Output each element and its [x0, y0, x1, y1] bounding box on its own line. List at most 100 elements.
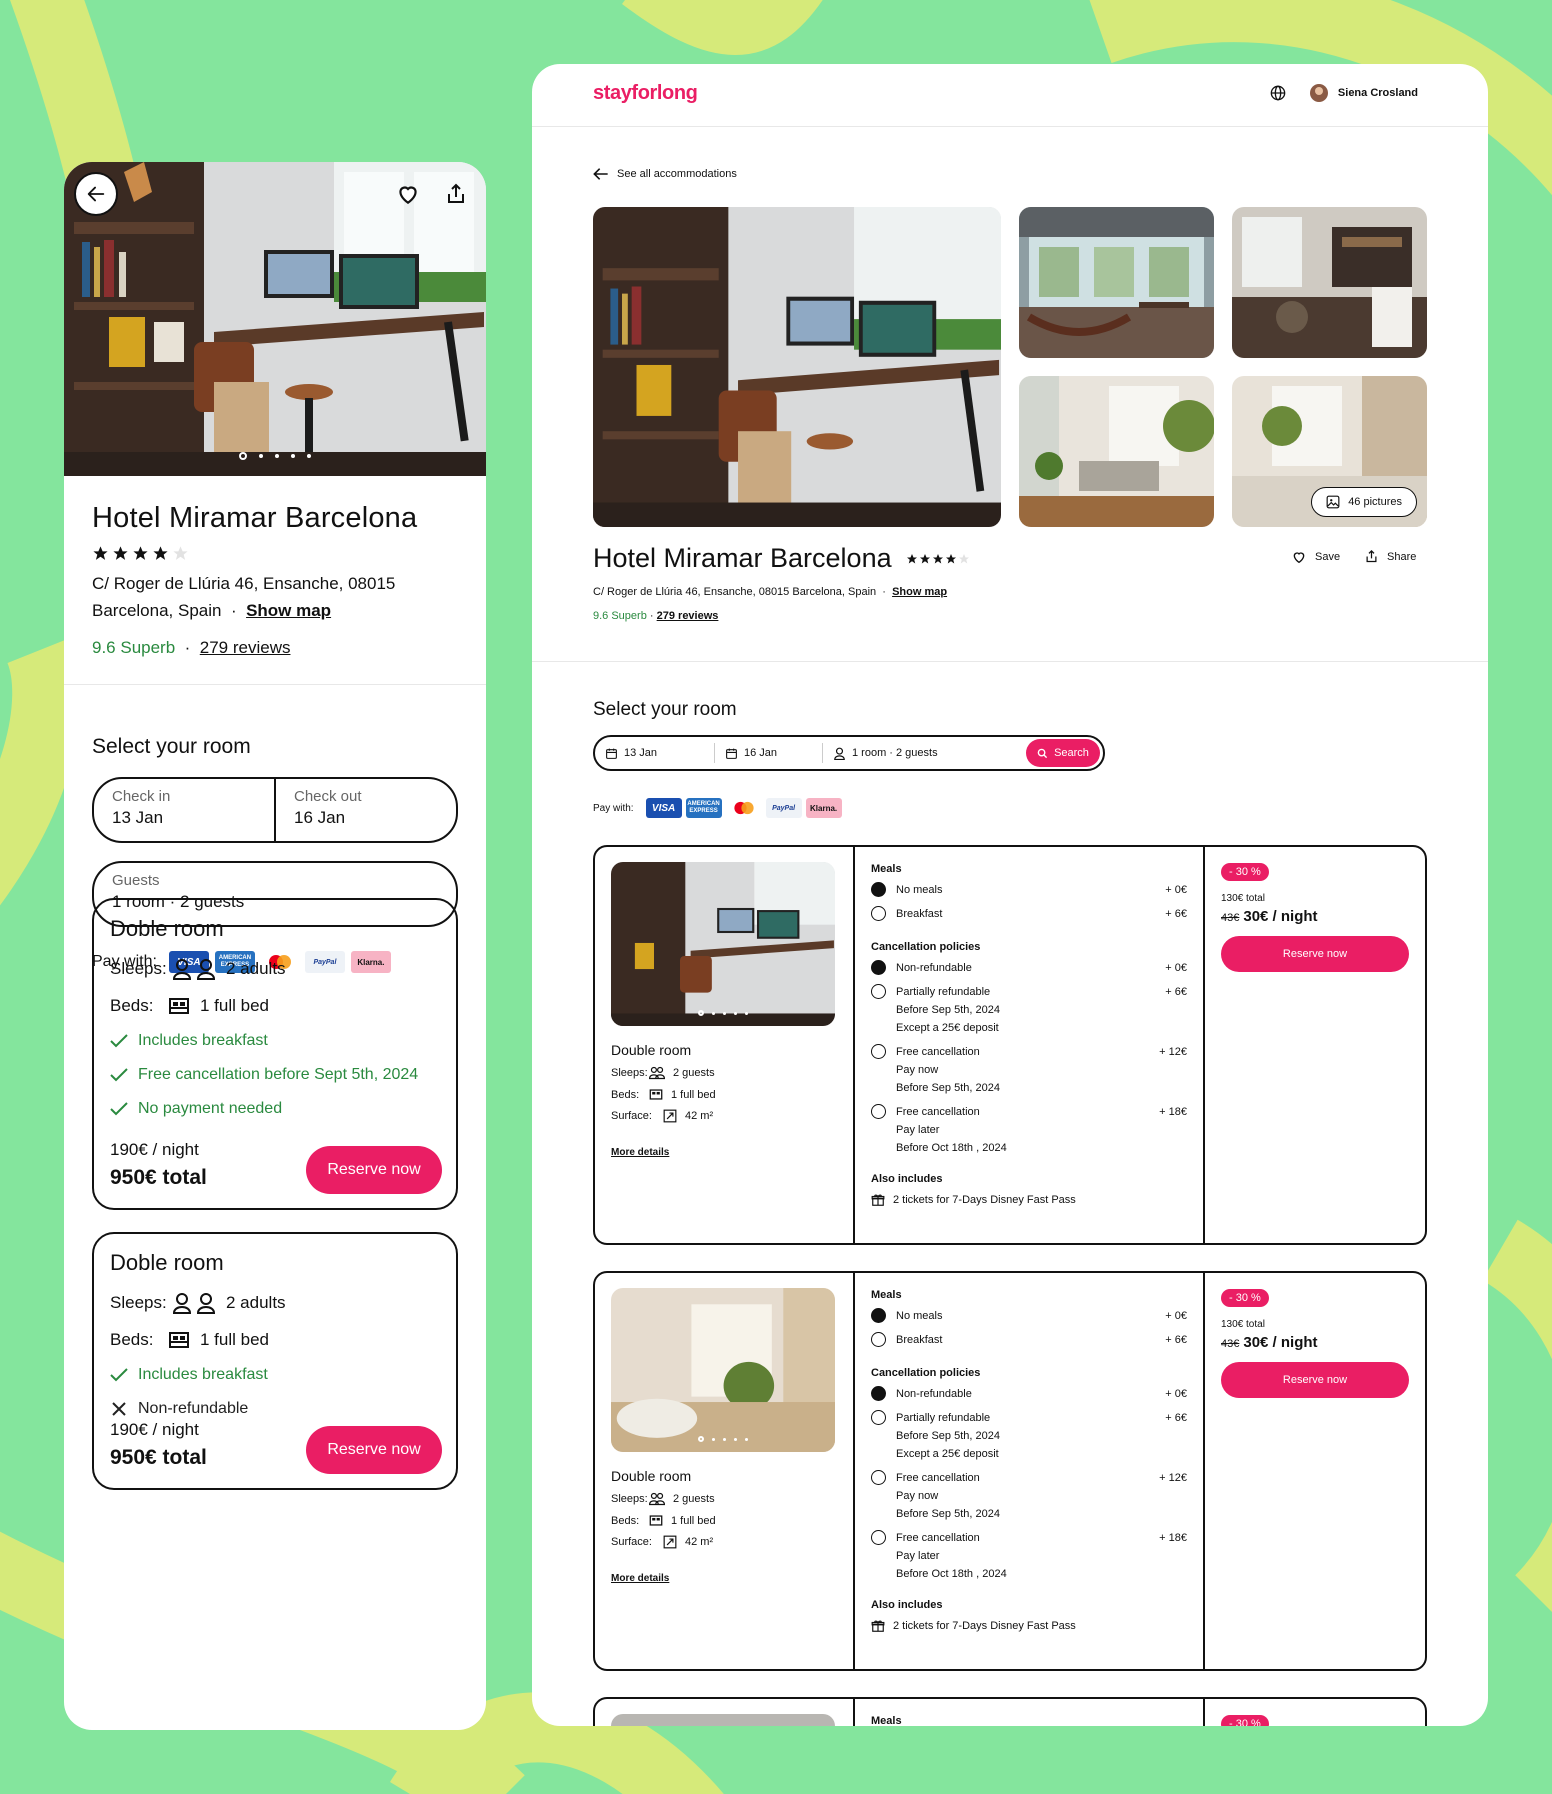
feature-item: No payment needed: [110, 1096, 440, 1122]
back-to-list[interactable]: See all accommodations: [593, 167, 737, 181]
show-map-link[interactable]: Show map: [246, 601, 331, 620]
klarna-logo: Klarna.: [805, 798, 842, 818]
all-pictures-button[interactable]: 46 pictures: [1311, 487, 1417, 517]
room-card: Doble room Sleeps: 2 adults Beds: 1 full…: [92, 898, 458, 1210]
included-item: 2 tickets for 7-Days Disney Fast Pass: [871, 1619, 1187, 1633]
price-total: 950€ total: [110, 1446, 207, 1469]
radio-selected[interactable]: [871, 1308, 886, 1323]
cancellation-option[interactable]: Free cancellation Pay now Before Sep 5th, …: [871, 1469, 1187, 1523]
share-icon: [1366, 549, 1377, 563]
gallery-thumb[interactable]: [1019, 376, 1214, 527]
more-details-link[interactable]: More details: [611, 1147, 837, 1158]
star-icon: [93, 546, 108, 560]
room-title: Doble room: [110, 1250, 224, 1275]
calendar-icon: [726, 748, 737, 759]
globe-icon[interactable]: [1270, 85, 1286, 101]
rating-row: 9.6 Superb · 279 reviews: [593, 610, 719, 622]
stayforlong-logo[interactable]: stayforlong: [593, 82, 698, 105]
gallery-thumb[interactable]: [1019, 207, 1214, 358]
cancellation-option[interactable]: Free cancellation Pay later Before Oct 18t…: [871, 1529, 1187, 1583]
radio[interactable]: [871, 984, 886, 999]
star-icon: [906, 553, 917, 563]
meal-option[interactable]: Breakfast + 6€: [871, 1331, 1187, 1349]
cancellation-option[interactable]: Non-refundable + 0€: [871, 959, 1187, 977]
radio[interactable]: [871, 1332, 886, 1347]
feature-item: Includes breakfast: [110, 1362, 440, 1388]
room-photo[interactable]: [611, 1714, 835, 1726]
room-card: Meals - 30 %: [593, 1697, 1427, 1726]
mobile-hero-photo[interactable]: [64, 162, 486, 476]
check-out-field[interactable]: 16 Jan: [715, 743, 823, 763]
reserve-now-button[interactable]: Reserve now: [1221, 936, 1409, 972]
reserve-now-button[interactable]: Reserve now: [306, 1146, 442, 1194]
guests-field[interactable]: 1 room · 2 guests: [823, 747, 1026, 760]
save-button[interactable]: Save: [1291, 549, 1340, 565]
room-title: Double room: [611, 1042, 692, 1058]
check-icon: [110, 1068, 128, 1082]
more-details-link[interactable]: More details: [611, 1573, 837, 1584]
search-bar[interactable]: 13 Jan 16 Jan 1 room · 2 guests Search: [593, 735, 1105, 771]
star-rating: [92, 545, 458, 562]
adult-icon: [172, 959, 192, 980]
share-button[interactable]: Share: [1364, 549, 1416, 564]
cancellation-option[interactable]: Partially refundable Before Sep 5th, 2024…: [871, 983, 1187, 1037]
radio-selected[interactable]: [871, 960, 886, 975]
carousel-dots[interactable]: [611, 1436, 835, 1442]
meal-option[interactable]: No meals + 0€: [871, 881, 1187, 899]
check-icon: [110, 1102, 128, 1116]
adult-icon: [196, 959, 216, 980]
cancellation-option[interactable]: Free cancellation Pay now Before Sep 5th, …: [871, 1043, 1187, 1097]
divider: [64, 684, 486, 685]
check-in-field[interactable]: 13 Jan: [605, 743, 715, 763]
radio[interactable]: [871, 1470, 886, 1485]
meal-option[interactable]: No meals + 0€: [871, 1307, 1187, 1325]
star-empty-icon: [173, 546, 188, 560]
price-per-night: 190€ / night: [110, 1140, 199, 1159]
radio[interactable]: [871, 1104, 886, 1119]
radio[interactable]: [871, 906, 886, 921]
user-menu[interactable]: Siena Crosland: [1270, 84, 1418, 102]
radio[interactable]: [871, 1044, 886, 1059]
check-icon: [110, 1368, 128, 1382]
share-icon: [448, 183, 464, 203]
room-photo[interactable]: [611, 1288, 835, 1452]
reviews-link[interactable]: 279 reviews: [657, 610, 719, 622]
search-button[interactable]: Search: [1026, 739, 1100, 767]
share-button[interactable]: [434, 172, 478, 216]
show-map-link[interactable]: Show map: [892, 586, 947, 598]
carousel-dots[interactable]: [64, 452, 486, 460]
room-card: Doble room Sleeps: 2 adults Beds: 1 full…: [92, 1232, 458, 1490]
room-photo[interactable]: [611, 862, 835, 1026]
radio-selected[interactable]: [871, 882, 886, 897]
expand-icon: [663, 1535, 677, 1549]
gallery-thumb[interactable]: [1232, 207, 1427, 358]
select-room-title: Select your room: [593, 699, 737, 720]
carousel-dots[interactable]: [611, 1010, 835, 1016]
reserve-now-button[interactable]: Reserve now: [1221, 1362, 1409, 1398]
reserve-now-button[interactable]: Reserve now: [306, 1426, 442, 1474]
check-in-field[interactable]: Check in 13 Jan: [94, 779, 276, 841]
cancellation-option[interactable]: Free cancellation Pay later Before Oct 18t…: [871, 1103, 1187, 1157]
radio-selected[interactable]: [871, 1386, 886, 1401]
check-out-field[interactable]: Check out 16 Jan: [276, 779, 456, 841]
bed-icon: [649, 1089, 663, 1100]
avatar[interactable]: [1309, 84, 1328, 102]
rating-score: 9.6 Superb: [593, 610, 647, 622]
gallery-thumb[interactable]: 46 pictures: [1232, 376, 1427, 527]
date-picker[interactable]: Check in 13 Jan Check out 16 Jan: [92, 777, 458, 843]
back-button[interactable]: [74, 172, 118, 216]
cancellation-option[interactable]: Partially refundable Before Sep 5th, 2024…: [871, 1409, 1187, 1463]
sleeps-row: Sleeps: 2 adults: [110, 959, 286, 980]
radio[interactable]: [871, 1410, 886, 1425]
feature-item: Includes breakfast: [110, 1028, 440, 1054]
gallery-main-photo[interactable]: [593, 207, 1001, 527]
image-icon: [1326, 495, 1340, 509]
star-empty-icon: [958, 553, 969, 563]
paypal-logo: PayPal: [765, 798, 802, 818]
reviews-link[interactable]: 279 reviews: [200, 638, 291, 657]
favorite-button[interactable]: [386, 172, 430, 216]
cancellation-option[interactable]: Non-refundable + 0€: [871, 1385, 1187, 1403]
radio[interactable]: [871, 1530, 886, 1545]
meal-option[interactable]: Breakfast + 6€: [871, 905, 1187, 923]
feature-item: Non-refundable: [110, 1396, 440, 1422]
